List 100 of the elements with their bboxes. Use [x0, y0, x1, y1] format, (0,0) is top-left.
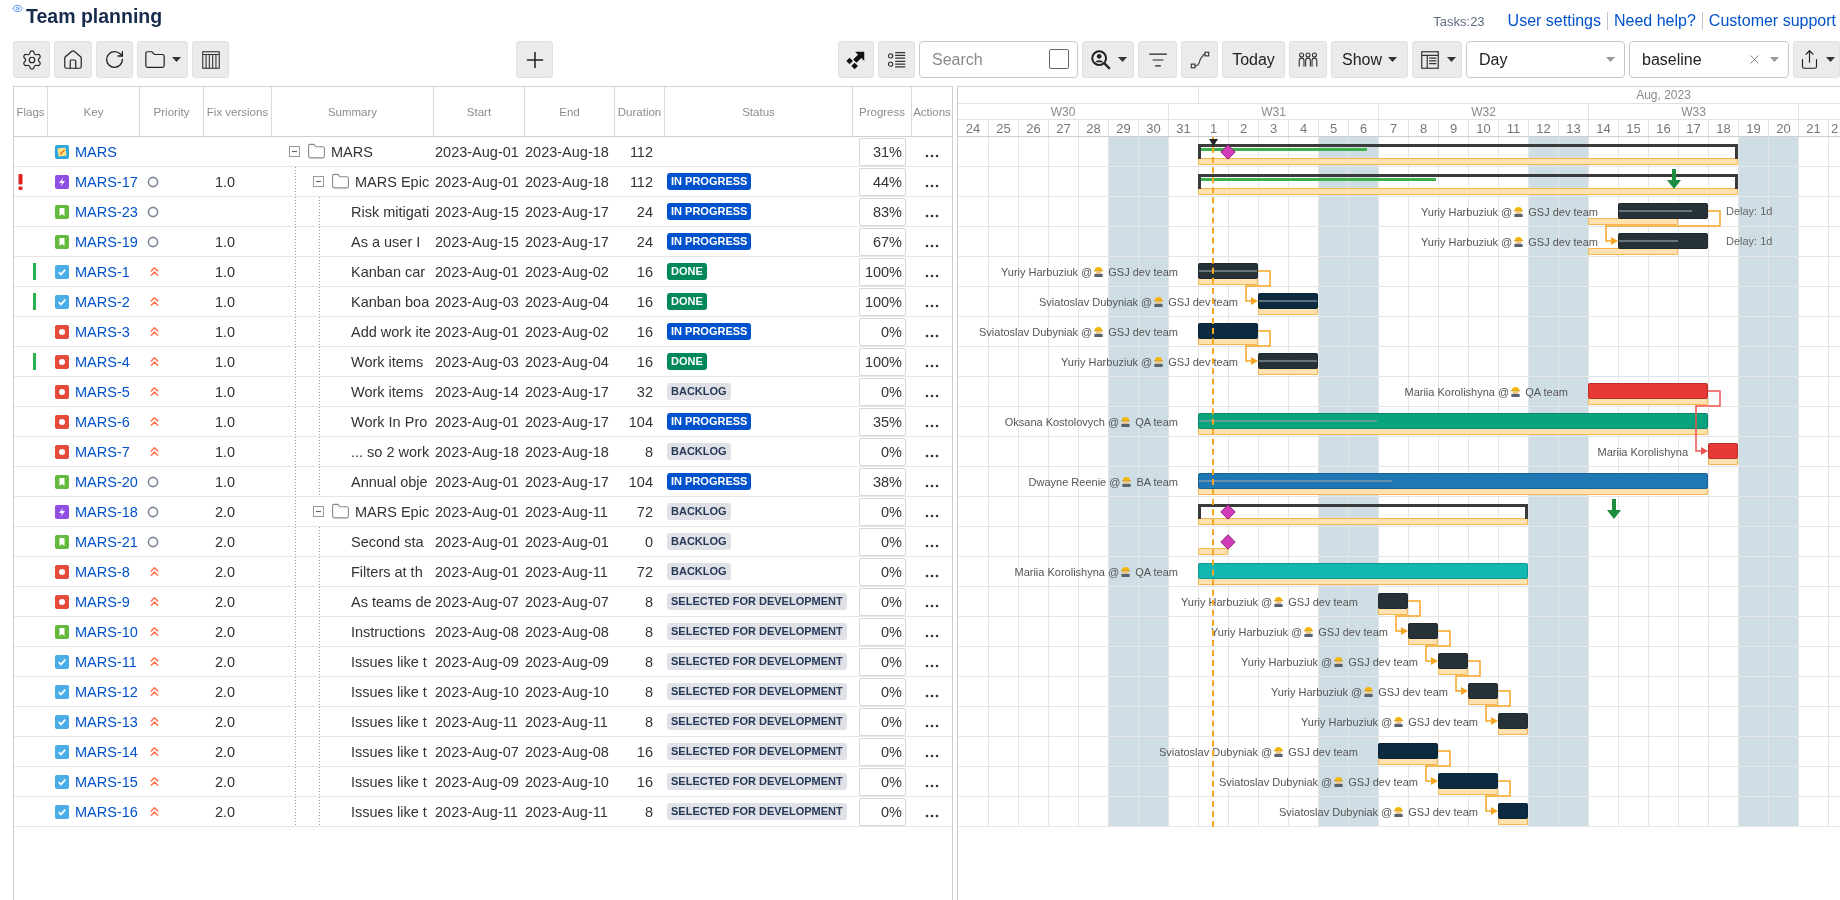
progress-field[interactable]: 0% — [859, 437, 906, 466]
progress-field[interactable]: 100% — [859, 257, 906, 286]
issue-key-link[interactable]: MARS-2 — [75, 293, 130, 310]
export-button[interactable] — [1793, 41, 1840, 78]
progress-field[interactable]: 0% — [859, 647, 906, 676]
issue-key-link[interactable]: MARS-14 — [75, 743, 138, 760]
issue-key-link[interactable]: MARS-7 — [75, 443, 130, 460]
more-icon[interactable] — [925, 604, 939, 608]
progress-field[interactable]: 0% — [859, 767, 906, 796]
issue-key-link[interactable]: MARS-21 — [75, 533, 138, 550]
issue-key-link[interactable]: MARS-16 — [75, 803, 138, 820]
more-icon[interactable] — [925, 634, 939, 638]
more-icon[interactable] — [925, 454, 939, 458]
header-link[interactable]: User settings — [1501, 12, 1607, 30]
collapse-icon[interactable] — [313, 506, 324, 517]
more-icon[interactable] — [925, 754, 939, 758]
progress-field[interactable]: 83% — [859, 197, 906, 226]
caret-icon — [172, 57, 181, 62]
issue-key-link[interactable]: MARS-23 — [75, 203, 138, 220]
issue-key-link[interactable]: MARS-9 — [75, 593, 130, 610]
more-icon[interactable] — [925, 574, 939, 578]
folder-button[interactable] — [137, 41, 188, 78]
settings-button[interactable] — [13, 41, 50, 78]
more-icon[interactable] — [925, 724, 939, 728]
more-icon[interactable] — [925, 424, 939, 428]
eye-icon[interactable] — [12, 3, 23, 14]
more-icon[interactable] — [925, 484, 939, 488]
progress-field[interactable]: 35% — [859, 407, 906, 436]
layout-button[interactable] — [1412, 41, 1462, 78]
issue-key-link[interactable]: MARS-20 — [75, 473, 138, 490]
issue-key-link[interactable]: MARS-17 — [75, 173, 138, 190]
progress-field[interactable]: 0% — [859, 377, 906, 406]
more-icon[interactable] — [925, 664, 939, 668]
progress-field[interactable]: 0% — [859, 557, 906, 586]
show-button[interactable]: Show — [1331, 41, 1408, 78]
add-button[interactable] — [516, 41, 553, 78]
header-link[interactable]: Need help? — [1607, 12, 1702, 30]
header-link[interactable]: Customer support — [1701, 12, 1836, 30]
progress-field[interactable]: 100% — [859, 347, 906, 376]
progress-field[interactable]: 0% — [859, 527, 906, 556]
today-button[interactable]: Today — [1222, 41, 1285, 78]
issue-key-link[interactable]: MARS-4 — [75, 353, 130, 370]
issue-key-link[interactable]: MARS-8 — [75, 563, 130, 580]
progress-field[interactable]: 67% — [859, 227, 906, 256]
issue-key-link[interactable]: MARS-5 — [75, 383, 130, 400]
progress-field[interactable]: 0% — [859, 677, 906, 706]
search-field[interactable]: Search — [919, 41, 1078, 78]
progress-field[interactable]: 0% — [859, 707, 906, 736]
team-button[interactable] — [1289, 41, 1327, 78]
progress-field[interactable]: 38% — [859, 467, 906, 496]
clear-icon[interactable] — [1747, 52, 1762, 67]
issue-key-link[interactable]: MARS-10 — [75, 623, 138, 640]
day-label: 18 — [1708, 120, 1738, 136]
collapse-icon[interactable] — [289, 146, 300, 157]
issue-key-link[interactable]: MARS-13 — [75, 713, 138, 730]
baseline-select[interactable]: baseline — [1629, 41, 1789, 78]
more-icon[interactable] — [925, 514, 939, 518]
refresh-button[interactable] — [96, 41, 133, 78]
more-icon[interactable] — [925, 304, 939, 308]
progress-field[interactable]: 31% — [859, 137, 906, 166]
progress-field[interactable]: 0% — [859, 617, 906, 646]
progress-field[interactable]: 100% — [859, 287, 906, 316]
issue-key-link[interactable]: MARS-12 — [75, 683, 138, 700]
columns-button[interactable] — [192, 41, 229, 78]
collapse-icon[interactable] — [313, 176, 324, 187]
filter-button[interactable] — [1138, 41, 1177, 78]
logo-button[interactable] — [838, 41, 874, 78]
route-button[interactable] — [1181, 41, 1218, 78]
more-icon[interactable] — [925, 544, 939, 548]
more-icon[interactable] — [925, 244, 939, 248]
more-icon[interactable] — [925, 214, 939, 218]
checkbox[interactable] — [1049, 49, 1069, 69]
scale-select[interactable]: Day — [1466, 41, 1625, 78]
list-button[interactable] — [878, 41, 915, 78]
home-button[interactable] — [54, 41, 92, 78]
more-icon[interactable] — [925, 814, 939, 818]
issue-key-link[interactable]: MARS-18 — [75, 503, 138, 520]
more-icon[interactable] — [925, 184, 939, 188]
more-icon[interactable] — [925, 334, 939, 338]
more-icon[interactable] — [925, 694, 939, 698]
issue-key-link[interactable]: MARS-6 — [75, 413, 130, 430]
progress-field[interactable]: 0% — [859, 797, 906, 826]
progress-field[interactable]: 44% — [859, 167, 906, 196]
more-icon[interactable] — [925, 394, 939, 398]
more-icon[interactable] — [925, 274, 939, 278]
issue-key-link[interactable]: MARS-15 — [75, 773, 138, 790]
issue-key-link[interactable]: MARS-3 — [75, 323, 130, 340]
summary-text: Issues like t — [351, 653, 427, 670]
issue-key-link[interactable]: MARS-1 — [75, 263, 130, 280]
progress-field[interactable]: 0% — [859, 587, 906, 616]
more-icon[interactable] — [925, 784, 939, 788]
issue-key-link[interactable]: MARS-11 — [75, 653, 137, 670]
issue-key-link[interactable]: MARS-19 — [75, 233, 138, 250]
more-icon[interactable] — [925, 154, 939, 158]
user-search-button[interactable] — [1082, 41, 1134, 78]
progress-field[interactable]: 0% — [859, 497, 906, 526]
more-icon[interactable] — [925, 364, 939, 368]
progress-field[interactable]: 0% — [859, 737, 906, 766]
progress-field[interactable]: 0% — [859, 317, 906, 346]
issue-key-link[interactable]: MARS — [75, 143, 117, 160]
